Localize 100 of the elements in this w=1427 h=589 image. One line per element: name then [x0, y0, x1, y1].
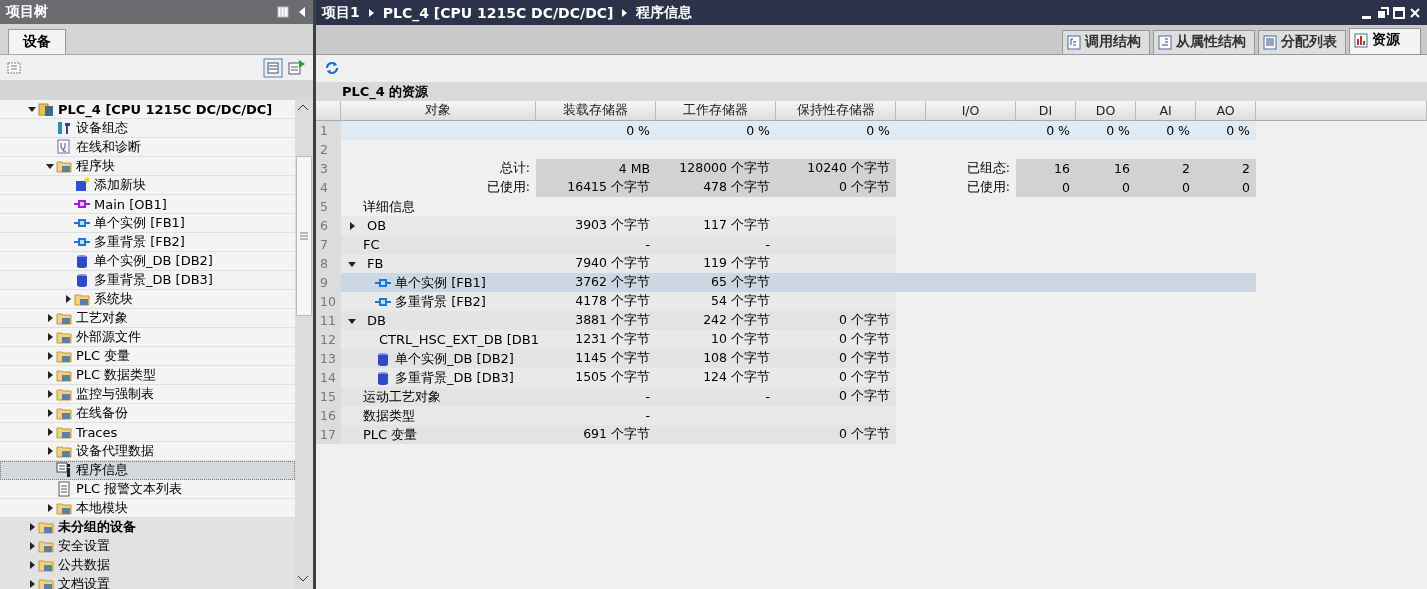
expand-arrow-icon[interactable]: [27, 560, 37, 570]
tree-item[interactable]: 安全设置: [0, 537, 295, 556]
folder-icon: [56, 500, 72, 516]
expand-arrow-icon[interactable]: [27, 541, 37, 551]
row-number: 12: [316, 330, 341, 349]
expand-arrow-icon[interactable]: [27, 522, 37, 532]
tree-item[interactable]: 多重背景_DB [DB3]: [0, 271, 295, 290]
tree-item[interactable]: 未分组的设备: [0, 518, 295, 537]
tree-item-label: 外部源文件: [76, 328, 141, 346]
scrollbar[interactable]: [295, 100, 313, 589]
tree-item[interactable]: 单个实例_DB [DB2]: [0, 252, 295, 271]
refresh-icon[interactable]: [324, 60, 340, 76]
expand-arrow-icon[interactable]: [63, 294, 73, 304]
table-cell-text: 108 个字节: [702, 349, 771, 367]
column-header[interactable]: I/O: [926, 101, 1016, 121]
table-cell-text: -: [764, 388, 771, 406]
tree-item[interactable]: 工艺对象: [0, 309, 295, 328]
table-cell-text: 54 个字节: [710, 292, 771, 310]
table-cell: 2: [1196, 159, 1256, 178]
folder-icon: [56, 443, 72, 459]
expand-arrow-icon[interactable]: [45, 503, 55, 513]
close-icon[interactable]: [1409, 6, 1421, 19]
expand-arrow-icon[interactable]: [347, 220, 357, 231]
tree-item[interactable]: 公共数据: [0, 556, 295, 575]
expand-arrow-icon[interactable]: [27, 579, 37, 589]
tree-item[interactable]: 程序块: [0, 157, 295, 176]
column-header[interactable]: AI: [1136, 101, 1196, 121]
expand-arrow-icon[interactable]: [45, 351, 55, 361]
tree-item[interactable]: 本地模块: [0, 499, 295, 518]
devices-tab[interactable]: 设备: [8, 29, 66, 54]
tree-item[interactable]: Traces: [0, 423, 295, 442]
tree-item[interactable]: 文档设置: [0, 575, 295, 589]
table-cell-text: -: [644, 407, 651, 425]
table-cell: 0 个字节: [776, 178, 896, 197]
export-icon[interactable]: [287, 57, 307, 78]
tree-item[interactable]: PLC 变量: [0, 347, 295, 366]
expand-arrow-icon[interactable]: [45, 370, 55, 380]
tree-item-label: 工艺对象: [76, 309, 128, 327]
tree-item[interactable]: PLC 数据类型: [0, 366, 295, 385]
column-header[interactable]: 装载存储器: [536, 101, 656, 121]
expand-arrow-icon[interactable]: [45, 408, 55, 418]
tree-item[interactable]: 多重背景 [FB2]: [0, 233, 295, 252]
breadcrumb-arrow-icon: [621, 7, 629, 18]
table-row[interactable]: 3 总计: 4 MB 128000 个字节 10240 个字节 已组态: 16 16 2 2: [316, 159, 1427, 178]
object-name: CTRL_HSC_EXT_DB [DB1: [379, 332, 540, 347]
column-header[interactable]: 对象: [341, 101, 536, 121]
column-header[interactable]: 保持性存储器: [776, 101, 896, 121]
editor-tab[interactable]: 从属性结构: [1153, 30, 1255, 54]
breadcrumb-item[interactable]: 项目1: [322, 3, 360, 22]
object-name: DB: [367, 313, 386, 328]
table-view-icon[interactable]: [263, 57, 283, 78]
row-number: 15: [316, 387, 341, 406]
column-header[interactable]: 工作存储器: [656, 101, 776, 121]
tree-item[interactable]: Main [OB1]: [0, 195, 295, 214]
tree-item-label: 设备代理数据: [76, 442, 154, 460]
expand-arrow-icon[interactable]: [45, 389, 55, 399]
panel-layout-icon[interactable]: [277, 6, 289, 18]
tree-item[interactable]: 设备代理数据: [0, 442, 295, 461]
breadcrumb-item[interactable]: PLC_4 [CPU 1215C DC/DC/DC]: [382, 4, 614, 21]
expand-arrow-icon[interactable]: [45, 427, 55, 437]
breadcrumb-item[interactable]: 程序信息: [636, 3, 693, 22]
tree-item-label: Traces: [76, 424, 118, 440]
restore-icon[interactable]: [1377, 6, 1389, 19]
tree-item[interactable]: 在线和诊断: [0, 138, 295, 157]
tree-item[interactable]: 监控与强制表: [0, 385, 295, 404]
tree-item-label: Main [OB1]: [94, 196, 167, 212]
expand-arrow-icon[interactable]: [45, 332, 55, 342]
column-header[interactable]: DO: [1076, 101, 1136, 121]
tree-item[interactable]: PLC 报警文本列表: [0, 480, 295, 499]
object-name: 数据类型: [363, 406, 415, 425]
editor-tab[interactable]: 资源: [1349, 28, 1421, 54]
row-number: 13: [316, 349, 341, 368]
row-number: 3: [316, 159, 341, 178]
table-row[interactable]: 4 已使用: 16415 个字节 478 个字节 0 个字节 已使用: 0 0 0 0: [316, 178, 1427, 197]
table-row[interactable]: 5 详细信息: [316, 197, 1427, 216]
expand-arrow-icon[interactable]: [45, 446, 55, 456]
tree-item[interactable]: 单个实例 [FB1]: [0, 214, 295, 233]
tree-item[interactable]: 添加新块: [0, 176, 295, 195]
expand-arrow-icon[interactable]: [45, 313, 55, 323]
table-cell: 2: [1136, 159, 1196, 178]
folder-icon: [74, 291, 90, 307]
editor-tab[interactable]: 分配列表: [1258, 30, 1346, 54]
collapse-panel-icon[interactable]: [297, 6, 307, 18]
tree-item-label: 未分组的设备: [58, 518, 136, 536]
collapse-arrow-icon[interactable]: [27, 104, 37, 114]
tree-item[interactable]: 设备组态: [0, 119, 295, 138]
collapse-arrow-icon[interactable]: [45, 161, 55, 171]
table-cell-text: 0 %: [865, 122, 891, 140]
row-number: 7: [316, 235, 341, 254]
tree-item[interactable]: 系统块: [0, 290, 295, 309]
tree-item[interactable]: 外部源文件: [0, 328, 295, 347]
tree-item[interactable]: 程序信息: [0, 461, 295, 480]
tree-item[interactable]: 在线备份: [0, 404, 295, 423]
tree-item[interactable]: PLC_4 [CPU 1215C DC/DC/DC]: [0, 100, 295, 119]
column-header[interactable]: AO: [1196, 101, 1256, 121]
column-header[interactable]: DI: [1016, 101, 1076, 121]
row-number: 10: [316, 292, 341, 311]
table-cell-text: 0 %: [745, 122, 771, 140]
editor-tab[interactable]: 调用结构: [1062, 30, 1150, 54]
maximize-icon[interactable]: [1393, 6, 1405, 19]
